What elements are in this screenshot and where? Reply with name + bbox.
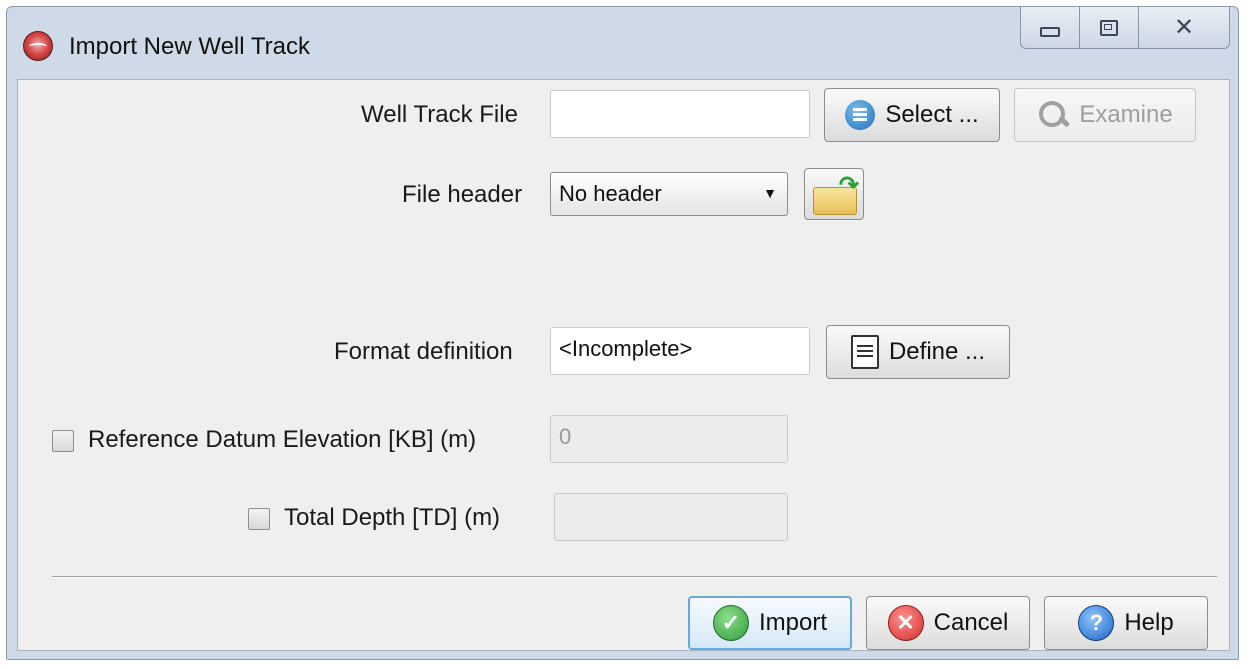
well-track-file-input[interactable] <box>550 90 810 138</box>
help-question-icon: ? <box>1078 605 1115 641</box>
reference-datum-label: Reference Datum Elevation [KB] (m) <box>88 426 477 453</box>
file-header-label: File header <box>402 181 523 208</box>
checkmark-icon: ✓ <box>712 605 749 641</box>
minimize-button[interactable] <box>1020 7 1080 49</box>
total-depth-checkbox[interactable] <box>248 508 270 530</box>
cancel-button-label: Cancel <box>933 609 1009 636</box>
total-depth-label: Total Depth [TD] (m) <box>284 504 501 531</box>
green-arrow-icon: ↷ <box>838 172 859 199</box>
magnifier-icon <box>1037 99 1069 131</box>
title-bar[interactable]: Import New Well Track ✕ <box>7 7 1238 79</box>
help-button[interactable]: ? Help <box>1044 596 1208 650</box>
file-header-selected: No header <box>559 181 662 206</box>
list-icon <box>845 100 876 130</box>
dialog-body: Well Track File Select ... Examine File … <box>17 79 1230 651</box>
load-header-button[interactable]: ↷ <box>804 168 864 220</box>
format-definition-field: <Incomplete> <box>550 327 810 375</box>
well-track-file-label: Well Track File <box>361 101 518 128</box>
close-button[interactable]: ✕ <box>1138 7 1230 49</box>
reference-datum-checkbox[interactable] <box>52 430 74 452</box>
examine-button[interactable]: Examine <box>1014 88 1196 142</box>
minimize-icon <box>1040 26 1060 37</box>
window-controls: ✕ <box>1020 7 1230 51</box>
close-icon: ✕ <box>1173 14 1195 41</box>
reference-datum-input[interactable]: 0 <box>550 415 788 463</box>
total-depth-input[interactable] <box>554 493 788 541</box>
define-format-button[interactable]: Define ... <box>826 325 1010 379</box>
import-button[interactable]: ✓ Import <box>688 596 852 650</box>
import-button-label: Import <box>758 609 827 636</box>
cancel-x-icon: ✕ <box>887 605 924 641</box>
document-icon <box>850 335 879 369</box>
define-button-label: Define ... <box>888 338 986 365</box>
app-logo-icon <box>23 31 53 61</box>
file-header-dropdown[interactable]: No header ▼ <box>550 172 788 216</box>
maximize-icon <box>1100 19 1118 36</box>
help-button-label: Help <box>1124 609 1174 636</box>
select-button-label: Select ... <box>885 101 979 128</box>
cancel-button[interactable]: ✕ Cancel <box>866 596 1030 650</box>
select-file-button[interactable]: Select ... <box>824 88 1000 142</box>
dropdown-arrow-icon: ▼ <box>763 185 777 201</box>
maximize-button[interactable] <box>1079 7 1139 49</box>
footer-divider <box>52 576 1217 578</box>
window-title: Import New Well Track <box>69 33 310 60</box>
examine-button-label: Examine <box>1079 101 1173 128</box>
import-well-track-dialog: Import New Well Track ✕ Well Track File … <box>6 6 1239 660</box>
format-definition-label: Format definition <box>334 338 513 365</box>
